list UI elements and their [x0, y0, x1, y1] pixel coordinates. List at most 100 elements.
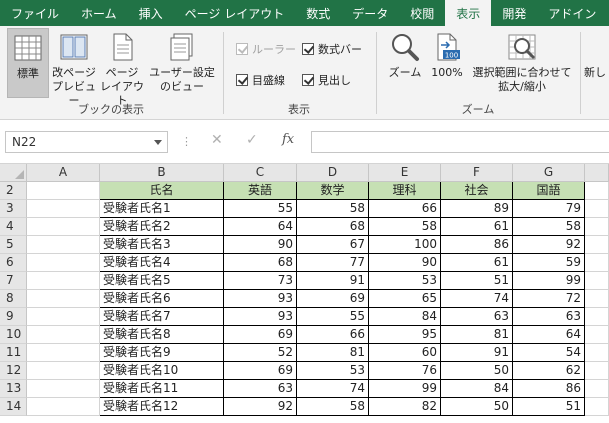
tab-developer[interactable]: 開発: [491, 0, 537, 26]
row-header[interactable]: 2: [0, 182, 27, 200]
score-cell[interactable]: 68: [224, 254, 297, 272]
name-cell[interactable]: 受験者氏名12: [100, 398, 224, 416]
row-header[interactable]: 7: [0, 272, 27, 290]
score-cell[interactable]: 53: [297, 362, 369, 380]
tab-view[interactable]: 表示: [445, 0, 492, 26]
tab-addins[interactable]: アドイン: [537, 0, 607, 26]
row-header[interactable]: 8: [0, 290, 27, 308]
score-cell[interactable]: 65: [369, 290, 441, 308]
row-header[interactable]: 11: [0, 344, 27, 362]
score-cell[interactable]: 58: [369, 218, 441, 236]
worksheet-grid[interactable]: A B C D E F G 2 氏名 英語 数学 理科 社会 国語 3 受験者氏名1 55 58 66 89 79 4 受験…: [0, 164, 609, 423]
name-cell[interactable]: 受験者氏名2: [100, 218, 224, 236]
score-cell[interactable]: 74: [297, 380, 369, 398]
score-cell[interactable]: 50: [441, 362, 513, 380]
score-cell[interactable]: 99: [513, 272, 585, 290]
name-cell[interactable]: 受験者氏名9: [100, 344, 224, 362]
score-cell[interactable]: 74: [441, 290, 513, 308]
tab-review[interactable]: 校閲: [399, 0, 445, 26]
cell[interactable]: [27, 272, 100, 290]
column-header-f[interactable]: F: [441, 164, 513, 182]
score-cell[interactable]: 90: [369, 254, 441, 272]
score-cell[interactable]: 90: [224, 236, 297, 254]
name-cell[interactable]: 受験者氏名10: [100, 362, 224, 380]
score-cell[interactable]: 61: [441, 254, 513, 272]
table-header-cell[interactable]: 英語: [224, 182, 297, 200]
name-cell[interactable]: 受験者氏名7: [100, 308, 224, 326]
cell[interactable]: [27, 182, 100, 200]
score-cell[interactable]: 58: [513, 218, 585, 236]
cell[interactable]: [27, 326, 100, 344]
insert-function-icon[interactable]: fx: [282, 132, 294, 147]
cell[interactable]: [585, 290, 609, 308]
cell[interactable]: [27, 236, 100, 254]
cancel-icon[interactable]: ✕: [211, 132, 223, 148]
score-cell[interactable]: 91: [297, 272, 369, 290]
column-header-e[interactable]: E: [369, 164, 441, 182]
row-header[interactable]: 3: [0, 200, 27, 218]
row-header[interactable]: 6: [0, 254, 27, 272]
score-cell[interactable]: 81: [441, 326, 513, 344]
table-header-cell[interactable]: 氏名: [100, 182, 224, 200]
score-cell[interactable]: 59: [513, 254, 585, 272]
column-header-h[interactable]: [585, 164, 609, 182]
score-cell[interactable]: 62: [513, 362, 585, 380]
score-cell[interactable]: 81: [297, 344, 369, 362]
column-header-c[interactable]: C: [224, 164, 297, 182]
score-cell[interactable]: 58: [297, 398, 369, 416]
cell[interactable]: [27, 398, 100, 416]
score-cell[interactable]: 92: [513, 236, 585, 254]
score-cell[interactable]: 95: [369, 326, 441, 344]
cell[interactable]: [585, 326, 609, 344]
score-cell[interactable]: 55: [224, 200, 297, 218]
score-cell[interactable]: 51: [513, 398, 585, 416]
name-cell[interactable]: 受験者氏名8: [100, 326, 224, 344]
score-cell[interactable]: 86: [513, 380, 585, 398]
score-cell[interactable]: 66: [369, 200, 441, 218]
cell[interactable]: [585, 236, 609, 254]
column-header-d[interactable]: D: [297, 164, 369, 182]
tab-page-layout[interactable]: ページ レイアウト: [174, 0, 296, 26]
cell[interactable]: [27, 344, 100, 362]
score-cell[interactable]: 77: [297, 254, 369, 272]
tab-home[interactable]: ホーム: [70, 0, 128, 26]
score-cell[interactable]: 50: [441, 398, 513, 416]
formula-bar-handle-icon[interactable]: ⋮: [181, 135, 192, 148]
table-header-cell[interactable]: 理科: [369, 182, 441, 200]
table-header-cell[interactable]: 数学: [297, 182, 369, 200]
cell[interactable]: [585, 344, 609, 362]
name-cell[interactable]: 受験者氏名5: [100, 272, 224, 290]
chevron-down-icon[interactable]: [154, 140, 162, 145]
score-cell[interactable]: 64: [513, 326, 585, 344]
score-cell[interactable]: 55: [297, 308, 369, 326]
cell[interactable]: [585, 362, 609, 380]
tab-insert[interactable]: 挿入: [128, 0, 174, 26]
cell[interactable]: [585, 308, 609, 326]
tab-file[interactable]: ファイル: [0, 0, 70, 26]
score-cell[interactable]: 92: [224, 398, 297, 416]
row-header[interactable]: 9: [0, 308, 27, 326]
cell[interactable]: [585, 380, 609, 398]
score-cell[interactable]: 66: [297, 326, 369, 344]
row-header[interactable]: 12: [0, 362, 27, 380]
column-header-a[interactable]: A: [27, 164, 100, 182]
score-cell[interactable]: 84: [369, 308, 441, 326]
score-cell[interactable]: 72: [513, 290, 585, 308]
cell[interactable]: [27, 362, 100, 380]
cell[interactable]: [27, 218, 100, 236]
cell[interactable]: [27, 200, 100, 218]
score-cell[interactable]: 63: [513, 308, 585, 326]
name-cell[interactable]: 受験者氏名4: [100, 254, 224, 272]
formula-input[interactable]: [311, 131, 609, 153]
cell[interactable]: [585, 398, 609, 416]
score-cell[interactable]: 69: [297, 290, 369, 308]
name-box[interactable]: N22: [5, 131, 168, 153]
score-cell[interactable]: 91: [441, 344, 513, 362]
score-cell[interactable]: 52: [224, 344, 297, 362]
score-cell[interactable]: 58: [297, 200, 369, 218]
column-header-b[interactable]: B: [100, 164, 224, 182]
new-window-button[interactable]: 新し: [584, 28, 609, 80]
cell[interactable]: [585, 272, 609, 290]
cell[interactable]: [27, 308, 100, 326]
cell[interactable]: [585, 254, 609, 272]
